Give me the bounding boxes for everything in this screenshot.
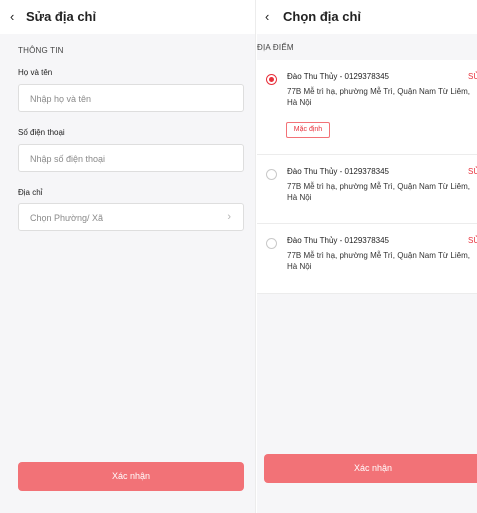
address-list: Đào Thu Thủy - 0129378345 SỬ 77B Mễ trì … bbox=[257, 60, 477, 294]
address-item[interactable]: Đào Thu Thủy - 0129378345 SỬ 77B Mễ trì … bbox=[257, 224, 477, 294]
address-line: 77B Mễ trì hạ, phường Mễ Trì, Quận Nam T… bbox=[287, 182, 470, 202]
confirm-button[interactable]: Xác nhận bbox=[264, 454, 477, 483]
address-contact: Đào Thu Thủy - 0129378345 bbox=[287, 236, 390, 245]
name-input[interactable]: Nhập họ và tên bbox=[18, 84, 244, 112]
edit-address-header: ‹ Sửa địa chỉ bbox=[0, 0, 255, 34]
name-field-label: Họ và tên bbox=[18, 68, 53, 77]
choose-address-screen: ‹ Chọn địa chỉ ĐỊA ĐIỂM Đào Thu Thủy - 0… bbox=[257, 0, 477, 513]
phone-field-label: Số điện thoại bbox=[18, 128, 65, 137]
address-edit-link[interactable]: SỬ bbox=[468, 236, 477, 245]
address-line: 77B Mễ trì hạ, phường Mễ Trì, Quận Nam T… bbox=[287, 251, 470, 271]
address-edit-link[interactable]: SỬ bbox=[468, 167, 477, 176]
address-line: 77B Mễ trì hạ, phường Mễ Trì, Quận Nam T… bbox=[287, 87, 470, 107]
address-contact: Đào Thu Thủy - 0129378345 bbox=[287, 167, 390, 176]
address-edit-link[interactable]: SỬ bbox=[468, 72, 477, 81]
back-arrow-icon[interactable]: ‹ bbox=[10, 10, 14, 24]
section-label-location: ĐỊA ĐIỂM bbox=[257, 43, 294, 52]
phone-input[interactable]: Nhập số điện thoại bbox=[18, 144, 244, 172]
address-contact: Đào Thu Thủy - 0129378345 bbox=[287, 72, 390, 81]
radio-selected-icon[interactable] bbox=[266, 74, 277, 85]
confirm-button[interactable]: Xác nhận bbox=[18, 462, 244, 491]
section-label-info: THÔNG TIN bbox=[18, 46, 64, 55]
page-title: Chọn địa chỉ bbox=[283, 9, 361, 24]
radio-unselected-icon[interactable] bbox=[266, 169, 277, 180]
address-field-label: Địa chỉ bbox=[18, 188, 43, 197]
address-item[interactable]: Đào Thu Thủy - 0129378345 SỬ 77B Mễ trì … bbox=[257, 60, 477, 155]
default-badge: Mặc định bbox=[286, 122, 330, 138]
radio-unselected-icon[interactable] bbox=[266, 238, 277, 249]
ward-select-placeholder: Chọn Phường/ Xã bbox=[30, 213, 103, 223]
edit-address-screen: ‹ Sửa địa chỉ THÔNG TIN Họ và tên Nhập h… bbox=[0, 0, 256, 513]
back-arrow-icon[interactable]: ‹ bbox=[265, 10, 269, 24]
ward-select[interactable]: Chọn Phường/ Xã › bbox=[18, 203, 244, 231]
chevron-right-icon: › bbox=[227, 211, 231, 223]
choose-address-header: ‹ Chọn địa chỉ bbox=[257, 0, 477, 34]
address-item[interactable]: Đào Thu Thủy - 0129378345 SỬ 77B Mễ trì … bbox=[257, 155, 477, 224]
page-title: Sửa địa chỉ bbox=[26, 9, 97, 24]
